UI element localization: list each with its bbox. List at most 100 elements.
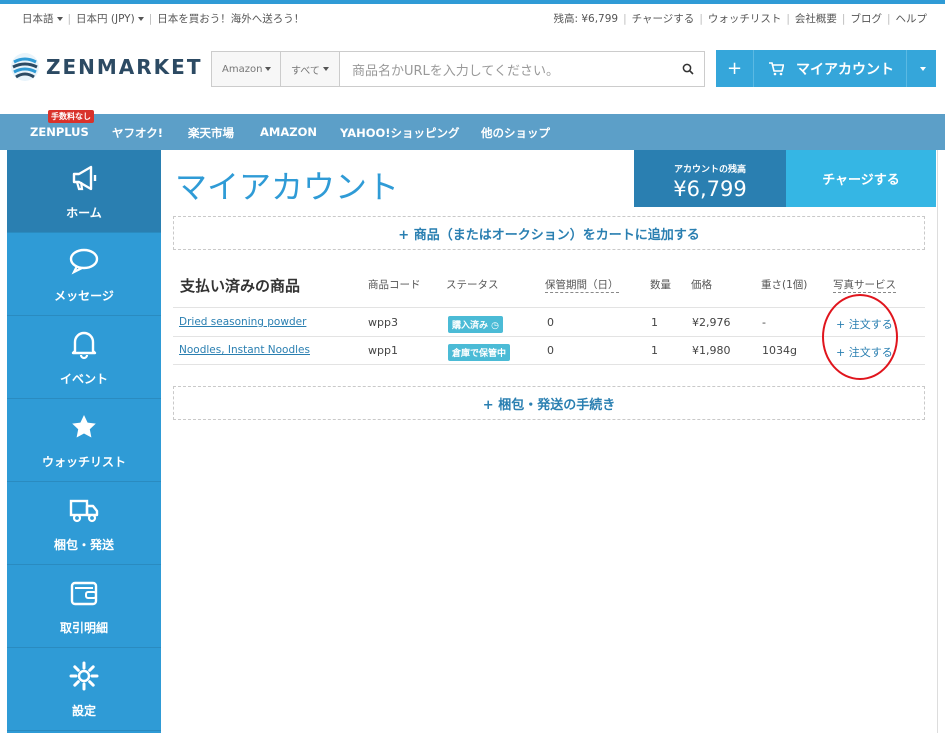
column-header-code: 商品コード	[368, 279, 421, 291]
item-weight: -	[762, 316, 766, 329]
chevron-down-icon	[265, 67, 272, 71]
search-bar: Amazon すべて 商品名かURLを入力してください。	[211, 51, 705, 87]
sidebar-item-watchlist[interactable]: ウォッチリスト	[7, 399, 161, 482]
ship-procedure-button[interactable]: + 梱包・発送の手続き	[173, 386, 925, 420]
sidebar-label: メッセージ	[54, 289, 114, 303]
sidebar-item-home[interactable]: ホーム	[7, 150, 161, 233]
balance-label: アカウントの残高	[673, 165, 746, 175]
sidebar-item-transactions[interactable]: 取引明細	[7, 565, 161, 648]
sidebar-item-settings[interactable]: 設定	[7, 648, 161, 731]
wallet-icon	[70, 581, 98, 606]
cart-icon	[769, 61, 784, 75]
item-qty: 1	[651, 316, 658, 329]
table-divider	[173, 364, 925, 365]
sidebar-label: ウォッチリスト	[41, 455, 126, 469]
blog-link[interactable]: ブログ	[850, 11, 882, 26]
my-account-main[interactable]: マイアカウント	[754, 50, 906, 87]
page-title: マイアカウント	[175, 168, 400, 206]
status-label: 購入済み	[452, 321, 489, 331]
column-header-status: ステータス	[446, 279, 499, 291]
sidebar-label: 設定	[71, 704, 96, 718]
help-link[interactable]: ヘルプ	[896, 11, 928, 26]
top-utility-bar: 日本語 | 日本円 (JPY) | 日本を買おう！海外へ送ろう！ 残高: ¥6,…	[22, 11, 928, 26]
chevron-down-icon	[56, 17, 63, 21]
item-code: wpp3	[368, 316, 398, 329]
search-input[interactable]: 商品名かURLを入力してください。	[340, 52, 672, 86]
account-dropdown[interactable]	[906, 50, 936, 87]
column-header-price: 価格	[691, 279, 712, 291]
clock-icon: ◷	[491, 321, 500, 331]
megaphone-icon	[72, 165, 97, 191]
column-header-weight: 重さ(1個)	[761, 279, 808, 291]
charge-link[interactable]: チャージする	[632, 11, 695, 26]
balance-amount: ¥6,799	[673, 177, 747, 201]
slogan: 日本を買おう！海外へ送ろう！	[157, 13, 305, 25]
nav-zenplus[interactable]: ZENPLUS	[30, 125, 89, 139]
category-dropdown[interactable]: すべて	[281, 52, 340, 86]
search-icon	[682, 63, 694, 75]
search-button[interactable]	[672, 52, 704, 86]
my-account-label: マイアカウント	[796, 61, 894, 78]
sidebar-item-packing-shipping[interactable]: 梱包・発送	[7, 482, 161, 565]
source-label: Amazon	[222, 63, 263, 75]
gear-icon	[69, 661, 99, 691]
logo-icon	[11, 53, 39, 81]
charge-button[interactable]: チャージする	[786, 150, 936, 207]
item-link[interactable]: Dried seasoning powder	[179, 316, 306, 328]
column-header-qty: 数量	[650, 279, 671, 291]
category-nav: 手数料なし ZENPLUS ヤフオク! 楽天市場 AMAZON YAHOO!ショ…	[0, 110, 945, 150]
watchlist-link[interactable]: ウォッチリスト	[708, 11, 782, 26]
status-badge: 倉庫で保管中	[448, 344, 511, 361]
no-fee-badge: 手数料なし	[48, 110, 94, 123]
item-link[interactable]: Noodles, Instant Noodles	[179, 344, 310, 356]
logo[interactable]: ZENMARKET	[10, 52, 203, 82]
item-price: ¥1,980	[692, 344, 731, 357]
chevron-down-icon	[137, 17, 144, 21]
currency-label: 日本円 (JPY)	[76, 13, 135, 25]
status-badge: 購入済み ◷	[448, 316, 504, 333]
item-weight: 1034g	[762, 344, 797, 357]
sidebar-item-events[interactable]: イベント	[7, 316, 161, 399]
truck-icon	[69, 499, 99, 523]
nav-yahoo-auction[interactable]: ヤフオク!	[112, 125, 163, 141]
item-price: ¥2,976	[692, 316, 731, 329]
table-divider	[173, 307, 925, 308]
item-storage-days: 0	[547, 344, 554, 357]
column-header-photo-service[interactable]: 写真サービス	[833, 277, 896, 293]
add-to-cart-button[interactable]: + 商品（またはオークション）をカートに追加する	[173, 216, 925, 250]
sidebar-label: イベント	[59, 372, 108, 386]
item-qty: 1	[651, 344, 658, 357]
nav-other-shops[interactable]: 他のショップ	[481, 125, 550, 141]
star-icon	[72, 415, 96, 438]
sidebar-label: 取引明細	[59, 621, 108, 635]
annotation-circle	[822, 294, 898, 380]
column-header-storage[interactable]: 保管期間（日）	[545, 277, 619, 293]
speech-bubble-icon	[69, 248, 99, 275]
sidebar-label: 梱包・発送	[53, 538, 114, 552]
nav-yahoo-shopping[interactable]: YAHOO!ショッピング	[340, 125, 460, 141]
category-label: すべて	[291, 65, 320, 77]
language-label: 日本語	[22, 13, 54, 25]
language-selector[interactable]: 日本語	[22, 11, 63, 26]
table-divider	[173, 336, 925, 337]
site-header: ZENMARKET Amazon すべて 商品名かURLを入力してください。 +…	[0, 30, 945, 114]
sidebar-item-messages[interactable]: メッセージ	[7, 233, 161, 316]
sidebar: ホーム メッセージ イベント ウォッチリスト 梱包・発送 取引明細 設定	[7, 150, 161, 733]
chevron-down-icon	[322, 67, 329, 71]
chevron-down-icon	[920, 66, 926, 71]
bell-icon	[71, 331, 97, 360]
item-code: wpp1	[368, 344, 398, 357]
company-link[interactable]: 会社概要	[795, 11, 837, 26]
my-account-button[interactable]: + マイアカウント	[716, 50, 936, 87]
logo-text: ZENMARKET	[46, 55, 203, 79]
balance-link[interactable]: 残高: ¥6,799	[553, 11, 618, 26]
main-content: マイアカウント アカウントの残高 ¥6,799 チャージする + 商品（またはオ…	[161, 150, 938, 733]
nav-amazon[interactable]: AMAZON	[260, 125, 317, 139]
item-storage-days: 0	[547, 316, 554, 329]
sidebar-label: ホーム	[66, 206, 102, 220]
currency-selector[interactable]: 日本円 (JPY)	[76, 11, 144, 26]
paid-items-title: 支払い済みの商品	[180, 277, 301, 295]
add-button[interactable]: +	[716, 50, 754, 87]
source-dropdown[interactable]: Amazon	[212, 52, 281, 86]
nav-rakuten[interactable]: 楽天市場	[188, 125, 234, 141]
